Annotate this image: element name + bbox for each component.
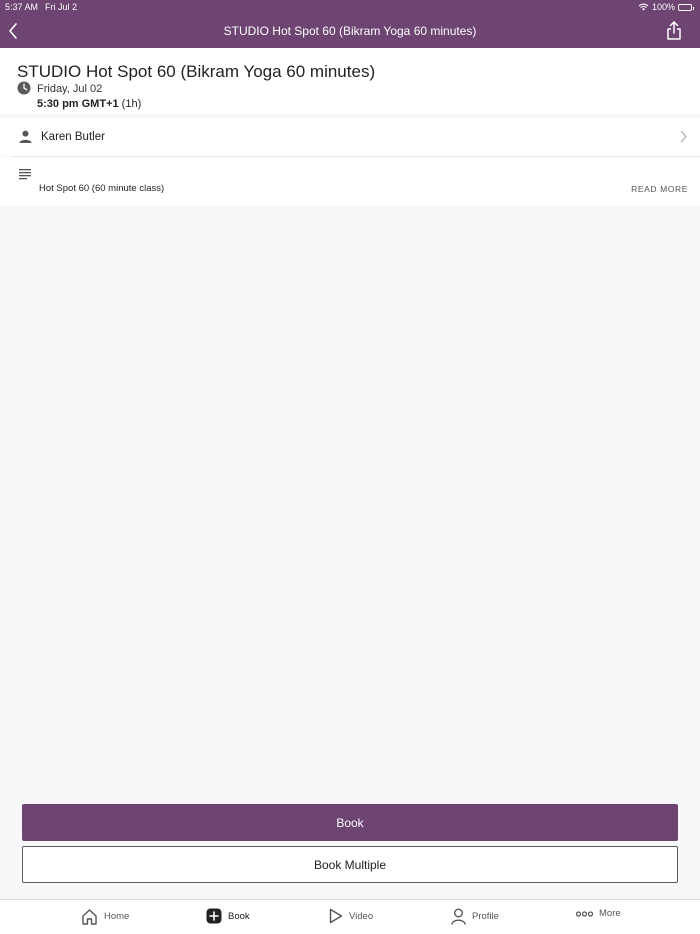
tab-video[interactable]: Video: [329, 908, 373, 924]
instructor-name: Karen Butler: [41, 131, 105, 143]
tab-profile[interactable]: Profile: [451, 908, 499, 925]
play-icon: [329, 908, 343, 924]
back-button[interactable]: [6, 20, 26, 42]
class-header: STUDIO Hot Spot 60 (Bikram Yoga 60 minut…: [0, 48, 700, 114]
tab-bar: Home Book Video Profile More: [0, 899, 700, 934]
more-dots-icon: [576, 910, 593, 917]
top-bar: 5:37 AM Fri Jul 2 100% STUDIO Hot Spot 6…: [0, 0, 700, 48]
class-duration: (1h): [121, 98, 142, 110]
description-row: Hot Spot 60 (60 minute class) READ MORE: [0, 157, 700, 205]
home-icon: [82, 909, 97, 925]
status-bar: 5:37 AM Fri Jul 2 100%: [0, 0, 700, 14]
profile-person-icon: [451, 908, 466, 925]
status-time: 5:37 AM: [5, 2, 39, 12]
tab-book-label: Book: [228, 910, 250, 922]
tab-home-label: Home: [104, 911, 130, 922]
description-lines-icon: [19, 169, 31, 180]
tab-video-label: Video: [349, 910, 374, 922]
chevron-right-icon: [680, 130, 687, 143]
share-button[interactable]: [664, 20, 684, 42]
battery-icon: [678, 3, 694, 11]
class-time: 5:30 pm GMT+1: [37, 98, 119, 110]
status-date: Fri Jul 2: [45, 2, 78, 12]
instructor-row[interactable]: Karen Butler: [0, 118, 700, 156]
tab-home[interactable]: Home: [81, 908, 129, 925]
tab-profile-label: Profile: [472, 911, 499, 922]
book-plus-icon: [206, 908, 222, 924]
back-chevron-icon: [9, 23, 17, 39]
battery-percent: 100%: [651, 2, 675, 12]
class-date: Friday, Jul 02: [37, 83, 103, 95]
share-icon: [667, 21, 681, 40]
book-multiple-button[interactable]: Book Multiple: [22, 846, 678, 883]
read-more-link[interactable]: READ MORE: [631, 184, 688, 194]
book-button[interactable]: Book: [22, 804, 678, 841]
clock-icon: [17, 81, 31, 95]
status-right: 100%: [638, 2, 694, 12]
tab-book[interactable]: Book: [206, 908, 250, 924]
tab-more[interactable]: More: [576, 908, 621, 919]
class-time-line: 5:30 pm GMT+1 (1h): [37, 98, 141, 110]
wifi-icon: [638, 3, 649, 11]
tab-more-label: More: [599, 908, 621, 919]
nav-title: STUDIO Hot Spot 60 (Bikram Yoga 60 minut…: [223, 24, 477, 38]
nav-row: STUDIO Hot Spot 60 (Bikram Yoga 60 minut…: [0, 14, 700, 48]
class-title: STUDIO Hot Spot 60 (Bikram Yoga 60 minut…: [17, 62, 376, 81]
description-text: Hot Spot 60 (60 minute class): [39, 183, 165, 194]
person-icon: [19, 130, 32, 143]
